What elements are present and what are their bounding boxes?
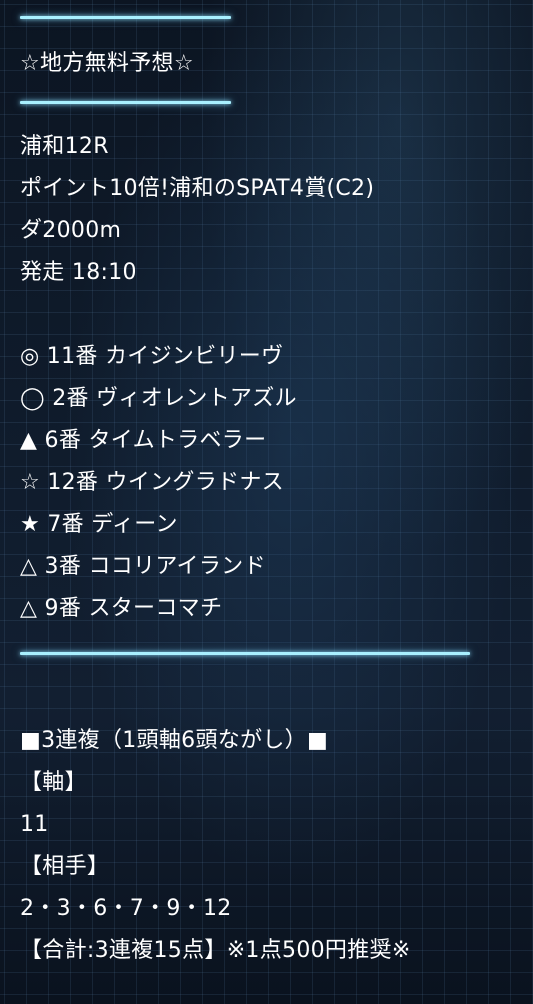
pick-number: 6番 (44, 428, 82, 453)
bet-type-heading: ■3連複（1頭軸6頭ながし）■ (20, 728, 329, 753)
pick-number: 3番 (44, 554, 82, 579)
pick-number: 11番 (46, 344, 98, 369)
pick-row: ★ 7番 ディーン (20, 511, 178, 539)
filled-star-mark-icon: ★ (20, 512, 41, 537)
double-circle-mark-icon: ◎ (20, 344, 40, 369)
pick-number: 9番 (44, 596, 82, 621)
partner-label: 【相手】 (20, 854, 110, 879)
title-divider (20, 101, 231, 104)
pick-row: ☆ 12番 ウイングラドナス (20, 469, 284, 497)
pick-row: ◯ 2番 ヴィオレントアズル (20, 385, 297, 413)
outline-star-mark-icon: ☆ (20, 470, 41, 495)
triangle-mark-icon: ▲ (20, 428, 38, 453)
circle-mark-icon: ◯ (20, 386, 45, 411)
bet-total: 【合計:3連複15点】※1点500円推奨※ (20, 938, 411, 963)
race-venue-round: 浦和12R (20, 134, 109, 159)
pick-row: △ 9番 スターコマチ (20, 595, 222, 623)
pick-number: 2番 (52, 386, 89, 411)
pick-horse-name: ウイングラドナス (105, 470, 284, 495)
pick-horse-name: ヴィオレントアズル (96, 386, 297, 411)
axis-label: 【軸】 (20, 770, 87, 795)
race-course: ダ2000m (20, 218, 122, 243)
pick-row: ◎ 11番 カイジンビリーヴ (20, 343, 283, 371)
pick-horse-name: ディーン (91, 512, 178, 537)
picks-divider (20, 652, 470, 655)
pick-horse-name: スターコマチ (88, 596, 223, 621)
pick-row: ▲ 6番 タイムトラベラー (20, 427, 266, 455)
race-name: ポイント10倍!浦和のSPAT4賞(C2) (20, 176, 375, 201)
pick-row: △ 3番 ココリアイランド (20, 553, 266, 581)
pick-number: 12番 (47, 470, 99, 495)
outline-triangle-mark-icon: △ (20, 554, 38, 579)
top-divider (20, 16, 231, 19)
partner-value: 2・3・6・7・9・12 (20, 896, 232, 921)
article-title: ☆地方無料予想☆ (20, 51, 194, 76)
pick-horse-name: ココリアイランド (88, 554, 266, 579)
axis-value: 11 (20, 812, 49, 837)
pick-horse-name: カイジンビリーヴ (105, 344, 284, 369)
race-start-time: 発走 18:10 (20, 260, 137, 285)
outline-triangle-mark-icon: △ (20, 596, 38, 621)
pick-horse-name: タイムトラベラー (88, 428, 267, 453)
pick-number: 7番 (47, 512, 84, 537)
